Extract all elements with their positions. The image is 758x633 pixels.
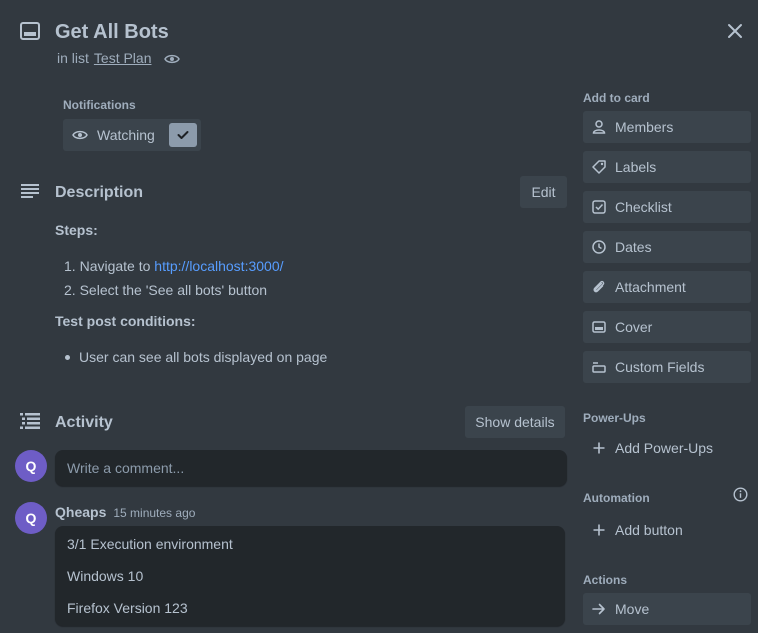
watching-check-icon (169, 123, 197, 147)
card-icon (20, 22, 40, 40)
comment-line: Windows 10 (67, 568, 144, 584)
step-item: 1. Navigate to http://localhost:3000/ (55, 258, 555, 282)
activity-icon (20, 413, 40, 429)
post-conditions-heading: Test post conditions: (55, 313, 196, 329)
post-condition-item: User can see all bots displayed on page (55, 349, 555, 366)
tag-icon (591, 159, 607, 175)
clock-icon (591, 239, 607, 255)
comment-line: Firefox Version 123 (67, 600, 188, 616)
eye-icon (72, 129, 88, 141)
add-powerups-button[interactable]: Add Power-Ups (583, 432, 751, 464)
list-info: in list Test Plan (57, 50, 180, 67)
custom-fields-label: Custom Fields (615, 359, 705, 375)
dates-button[interactable]: Dates (583, 231, 751, 263)
cover-button[interactable]: Cover (583, 311, 751, 343)
person-icon (591, 119, 607, 135)
paperclip-icon (591, 279, 607, 295)
show-details-button[interactable]: Show details (465, 406, 565, 438)
close-icon (728, 24, 742, 38)
localhost-link[interactable]: http://localhost:3000/ (154, 258, 283, 274)
members-label: Members (615, 119, 674, 135)
steps-list: 1. Navigate to http://localhost:3000/ 2.… (55, 258, 555, 306)
arrow-right-icon (591, 601, 607, 617)
checklist-button[interactable]: Checklist (583, 191, 751, 223)
step-item: 2. Select the 'See all bots' button (55, 282, 555, 306)
automation-heading: Automation (583, 491, 650, 505)
move-label: Move (615, 601, 650, 617)
checkbox-icon (591, 199, 607, 215)
close-button[interactable] (724, 20, 746, 42)
actions-heading: Actions (583, 573, 628, 587)
watching-eye-icon (163, 53, 180, 65)
avatar[interactable]: Q (15, 450, 47, 482)
custom-fields-button[interactable]: Custom Fields (583, 351, 751, 383)
step-number: 1. (64, 258, 76, 274)
step-number: 2. (64, 282, 76, 298)
cover-icon (591, 319, 607, 335)
card-title[interactable]: Get All Bots (55, 20, 169, 44)
watch-button[interactable]: Watching (63, 119, 201, 151)
attachment-label: Attachment (615, 279, 686, 295)
list-link[interactable]: Test Plan (94, 50, 152, 67)
step-text: Select the 'See all bots' button (79, 282, 268, 298)
add-to-card-heading: Add to card (583, 91, 650, 105)
move-button[interactable]: Move (583, 593, 751, 625)
dates-label: Dates (615, 239, 652, 255)
add-button-button[interactable]: Add button (583, 514, 751, 546)
bullet-icon (65, 355, 70, 360)
add-powerups-label: Add Power-Ups (615, 440, 714, 456)
activity-title: Activity (55, 414, 113, 431)
labels-button[interactable]: Labels (583, 151, 751, 183)
watch-label: Watching (97, 127, 155, 143)
comment-line: 3/1 Execution environment (67, 536, 233, 552)
description-icon (21, 184, 39, 198)
comment-input[interactable]: Write a comment... (55, 450, 567, 486)
step-text: Navigate to (79, 258, 155, 274)
description-body[interactable]: Steps: 1. Navigate to http://localhost:3… (55, 222, 555, 366)
plus-icon (591, 522, 607, 538)
in-list-label: in list (57, 50, 89, 66)
attachment-button[interactable]: Attachment (583, 271, 751, 303)
labels-label: Labels (615, 159, 657, 175)
comment-time[interactable]: 15 minutes ago (113, 506, 195, 520)
plus-icon (591, 440, 607, 456)
post-conditions-list: User can see all bots displayed on page (55, 349, 555, 366)
steps-heading: Steps: (55, 222, 98, 238)
powerups-heading: Power-Ups (583, 411, 646, 425)
description-title: Description (55, 184, 144, 201)
notifications-label: Notifications (63, 98, 136, 112)
cover-label: Cover (615, 319, 653, 335)
checklist-label: Checklist (615, 199, 672, 215)
add-button-label: Add button (615, 522, 683, 538)
info-icon[interactable] (733, 487, 748, 502)
comment-author[interactable]: Qheaps (55, 504, 106, 520)
comment-body: 3/1 Execution environment Windows 10 Fir… (55, 526, 565, 626)
comment-header: Qheaps 15 minutes ago (55, 504, 195, 520)
edit-description-button[interactable]: Edit (520, 176, 567, 208)
members-button[interactable]: Members (583, 111, 751, 143)
custom-fields-icon (591, 359, 607, 375)
post-condition-text: User can see all bots displayed on page (79, 349, 328, 365)
avatar[interactable]: Q (15, 502, 47, 534)
